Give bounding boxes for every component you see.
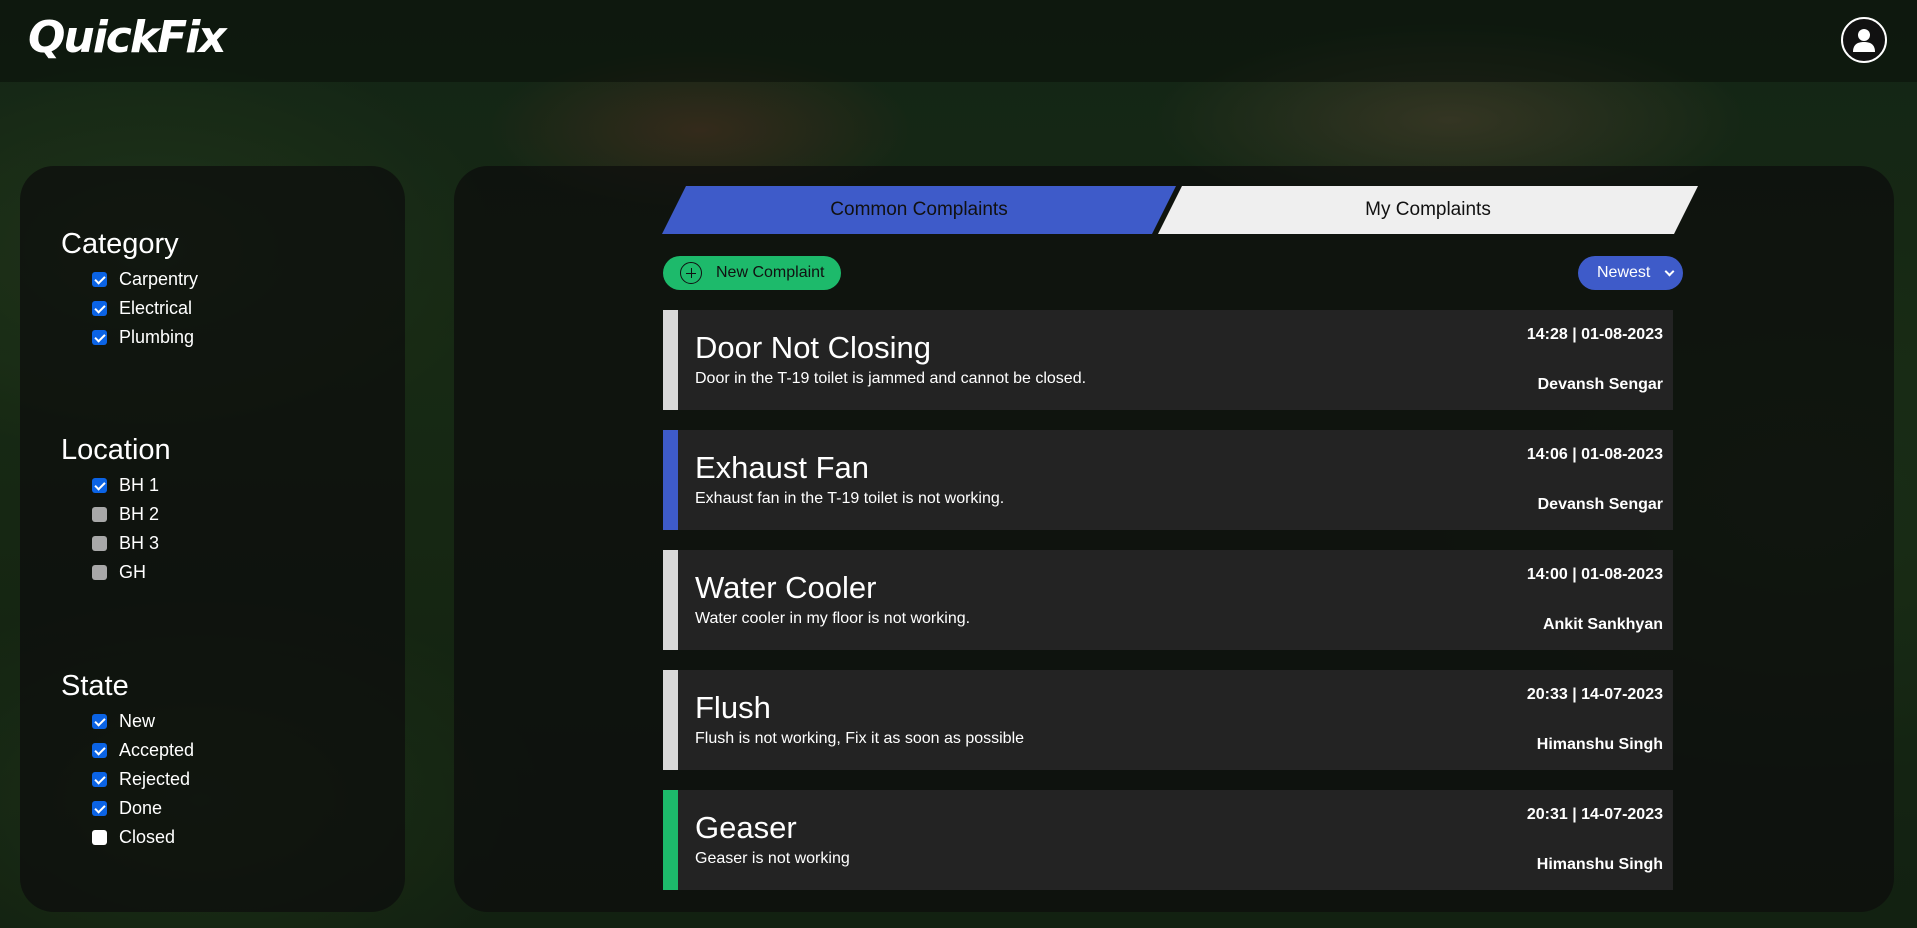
filter-option-label: Carpentry	[119, 269, 199, 289]
filter-option-label: Plumbing	[119, 327, 195, 347]
status-stripe	[663, 310, 678, 410]
checkbox[interactable]	[92, 565, 107, 580]
complaint-author: Ankit Sankhyan	[1542, 616, 1663, 633]
filter-option-label: BH 3	[119, 533, 160, 553]
complaint-author: Himanshu Singh	[1536, 856, 1663, 873]
complaint-timestamp: 20:31 | 14-07-2023	[1526, 806, 1663, 823]
complaint-title: Water Cooler	[695, 570, 877, 605]
complaint-description: Exhaust fan in the T-19 toilet is not wo…	[695, 490, 1005, 507]
filter-group-category: Category Carpentry Electrical Plumbing	[61, 228, 198, 352]
status-stripe	[663, 550, 678, 650]
complaint-timestamp: 20:33 | 14-07-2023	[1526, 686, 1663, 703]
sort-select[interactable]: Newest	[1578, 256, 1683, 290]
filter-option-bh3[interactable]: BH 3	[61, 529, 171, 558]
complaint-title: Flush	[695, 690, 771, 725]
filter-option-rejected[interactable]: Rejected	[61, 765, 194, 794]
app-logo[interactable]: QuickFix	[28, 12, 227, 63]
top-navbar: QuickFix	[0, 0, 1917, 82]
complaint-card[interactable]: Exhaust Fan Exhaust fan in the T-19 toil…	[663, 430, 1673, 530]
complaint-title: Door Not Closing	[695, 330, 932, 365]
filter-title-state: State	[61, 670, 129, 702]
complaint-timestamp: 14:06 | 01-08-2023	[1526, 446, 1663, 463]
complaint-author: Devansh Sengar	[1537, 376, 1663, 393]
filter-option-accepted[interactable]: Accepted	[61, 736, 194, 765]
filter-option-done[interactable]: Done	[61, 794, 194, 823]
checkbox[interactable]	[92, 772, 107, 787]
filter-option-closed[interactable]: Closed	[61, 823, 194, 852]
new-complaint-button[interactable]: New Complaint	[663, 256, 841, 290]
chevron-down-icon	[1664, 266, 1675, 277]
complaint-description: Flush is not working, Fix it as soon as …	[695, 730, 1025, 747]
complaint-card[interactable]: Door Not Closing Door in the T-19 toilet…	[663, 310, 1673, 410]
checkbox[interactable]	[92, 536, 107, 551]
filter-option-label: Rejected	[119, 769, 191, 789]
complaint-card[interactable]: Water Cooler Water cooler in my floor is…	[663, 550, 1673, 650]
complaint-card[interactable]: Geaser Geaser is not working 20:31 | 14-…	[663, 790, 1673, 890]
filter-option-label: Done	[119, 798, 163, 818]
checkbox[interactable]	[92, 507, 107, 522]
plus-circle-icon	[680, 262, 702, 284]
status-stripe	[663, 430, 678, 530]
filter-option-label: BH 2	[119, 504, 160, 524]
user-icon	[1853, 29, 1875, 52]
checkbox[interactable]	[92, 301, 107, 316]
filter-option-label: Electrical	[119, 298, 193, 318]
filter-option-label: New	[119, 711, 156, 731]
filter-group-location: Location BH 1 BH 2 BH 3 GH	[61, 434, 171, 587]
filter-option-label: GH	[119, 562, 146, 582]
new-complaint-label: New Complaint	[716, 264, 825, 281]
filter-option-electrical[interactable]: Electrical	[61, 294, 198, 323]
complaint-card[interactable]: Flush Flush is not working, Fix it as so…	[663, 670, 1673, 770]
filter-option-label: BH 1	[119, 475, 160, 495]
checkbox[interactable]	[92, 330, 107, 345]
tab-my-complaints[interactable]: My Complaints	[1158, 186, 1698, 234]
filter-group-state: State New Accepted Rejected Done Closed	[61, 670, 194, 852]
filter-option-label: Accepted	[119, 740, 195, 760]
filter-option-bh2[interactable]: BH 2	[61, 500, 171, 529]
filter-option-label: Closed	[119, 827, 176, 847]
tab-label: My Complaints	[1365, 199, 1491, 220]
checkbox[interactable]	[92, 478, 107, 493]
sort-value: Newest	[1597, 264, 1651, 281]
complaint-timestamp: 14:28 | 01-08-2023	[1526, 326, 1663, 343]
filter-option-gh[interactable]: GH	[61, 558, 171, 587]
filter-option-carpentry[interactable]: Carpentry	[61, 265, 198, 294]
tab-common-complaints[interactable]: Common Complaints	[662, 186, 1176, 234]
checkbox[interactable]	[92, 743, 107, 758]
checkbox[interactable]	[92, 272, 107, 287]
complaint-title: Geaser	[695, 810, 797, 845]
filter-option-plumbing[interactable]: Plumbing	[61, 323, 198, 352]
complaint-description: Door in the T-19 toilet is jammed and ca…	[695, 370, 1087, 387]
complaint-description: Geaser is not working	[695, 850, 850, 867]
filter-title-category: Category	[61, 228, 179, 260]
filter-sidebar: Category Carpentry Electrical Plumbing L…	[20, 166, 405, 912]
complaint-description: Water cooler in my floor is not working.	[695, 610, 971, 627]
filter-option-new[interactable]: New	[61, 707, 194, 736]
status-stripe	[663, 790, 678, 890]
checkbox[interactable]	[92, 714, 107, 729]
tab-label: Common Complaints	[830, 199, 1008, 220]
filter-option-bh1[interactable]: BH 1	[61, 471, 171, 500]
complaint-author: Himanshu Singh	[1536, 736, 1663, 753]
filter-title-location: Location	[61, 434, 171, 466]
complaint-timestamp: 14:00 | 01-08-2023	[1526, 566, 1663, 583]
status-stripe	[663, 670, 678, 770]
user-profile-button[interactable]	[1841, 17, 1887, 63]
complaint-author: Devansh Sengar	[1537, 496, 1663, 513]
checkbox[interactable]	[92, 801, 107, 816]
checkbox[interactable]	[92, 830, 107, 845]
complaint-title: Exhaust Fan	[695, 450, 870, 485]
